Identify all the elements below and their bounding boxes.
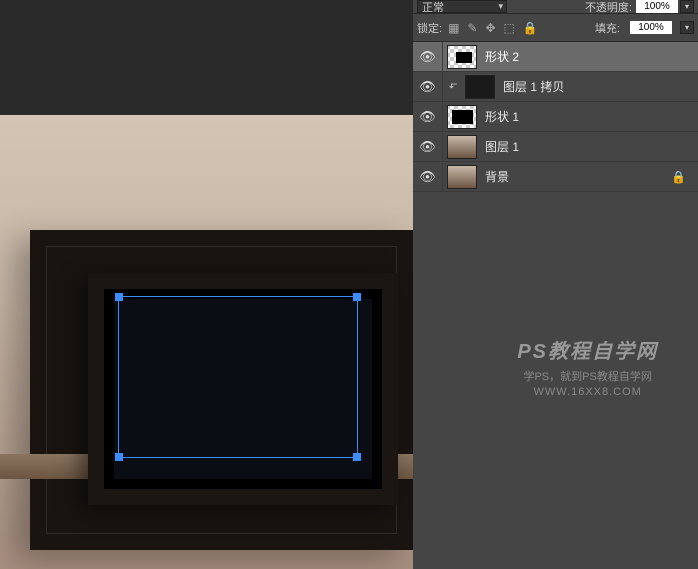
- layer-row[interactable]: 👁 形状 1: [413, 102, 698, 132]
- watermark-title: PS教程自学网: [517, 335, 658, 364]
- eye-icon: 👁: [419, 139, 436, 155]
- layer-name[interactable]: 形状 1: [485, 108, 519, 125]
- fill-label: 填充:: [595, 20, 620, 36]
- layer-thumbnail[interactable]: [447, 45, 477, 69]
- blend-mode-value: 正常: [422, 0, 444, 15]
- lock-position-icon[interactable]: ✥: [485, 21, 495, 35]
- layer-row[interactable]: 👁 ↳ 图层 1 拷贝: [413, 72, 698, 102]
- canvas-empty-top: [0, 0, 413, 115]
- lock-transparent-icon[interactable]: ▦: [448, 21, 459, 35]
- layer-name[interactable]: 图层 1: [485, 138, 519, 155]
- layer-row[interactable]: 👁 背景 🔒: [413, 162, 698, 192]
- layer-thumbnail[interactable]: [447, 165, 477, 189]
- layers-list: 👁 形状 2 👁 ↳ 图层 1 拷贝 👁 形状 1 👁: [413, 42, 698, 192]
- layer-thumbnail[interactable]: [447, 105, 477, 129]
- layer-name[interactable]: 背景: [485, 168, 509, 185]
- canvas-area[interactable]: [0, 0, 413, 569]
- layer-row[interactable]: 👁 形状 2: [413, 42, 698, 72]
- layer-row[interactable]: 👁 图层 1: [413, 132, 698, 162]
- lock-artboard-icon[interactable]: ⬚: [504, 21, 515, 35]
- watermark-subtitle: 学PS，就到PS教程自学网: [517, 368, 658, 384]
- eye-icon: 👁: [419, 169, 436, 185]
- opacity-label: 不透明度:: [585, 0, 632, 15]
- panel-options-row-1: 正常 不透明度: 100% ▾: [413, 0, 698, 14]
- eye-icon: 👁: [419, 109, 436, 125]
- layer-thumbnail[interactable]: [447, 135, 477, 159]
- watermark: PS教程自学网 学PS，就到PS教程自学网 WWW.16XX8.COM: [517, 335, 658, 398]
- visibility-toggle[interactable]: 👁: [413, 72, 443, 101]
- opacity-input[interactable]: 100%: [636, 0, 678, 13]
- visibility-toggle[interactable]: 👁: [413, 162, 443, 191]
- lock-icon: 🔒: [671, 170, 686, 184]
- lock-icons-group: ▦ ✎ ✥ ⬚ 🔒: [448, 21, 538, 35]
- visibility-toggle[interactable]: 👁: [413, 132, 443, 161]
- fill-dropdown[interactable]: ▾: [680, 21, 694, 34]
- lock-pixels-icon[interactable]: ✎: [467, 21, 477, 35]
- clip-mask-icon: ↳: [447, 82, 458, 92]
- opacity-dropdown[interactable]: ▾: [680, 0, 694, 13]
- eye-icon: 👁: [419, 79, 436, 95]
- canvas-image[interactable]: [0, 115, 413, 569]
- panel-options-row-2: 锁定: ▦ ✎ ✥ ⬚ 🔒 填充: 100% ▾: [413, 14, 698, 42]
- eye-icon: 👁: [419, 49, 436, 65]
- layers-panel: 正常 不透明度: 100% ▾ 锁定: ▦ ✎ ✥ ⬚ 🔒 填充: 100% ▾…: [413, 0, 698, 569]
- layer-name[interactable]: 形状 2: [485, 48, 519, 65]
- blend-mode-select[interactable]: 正常: [417, 0, 507, 13]
- lock-label: 锁定:: [417, 20, 442, 36]
- frame-inner-black: [114, 299, 372, 479]
- lock-all-icon[interactable]: 🔒: [523, 21, 538, 35]
- visibility-toggle[interactable]: 👁: [413, 102, 443, 131]
- layer-thumbnail[interactable]: [465, 75, 495, 99]
- layer-name[interactable]: 图层 1 拷贝: [503, 78, 564, 95]
- fill-input[interactable]: 100%: [630, 21, 672, 34]
- picture-frame-inner: [88, 273, 398, 505]
- visibility-toggle[interactable]: 👁: [413, 42, 443, 71]
- watermark-url: WWW.16XX8.COM: [517, 386, 658, 398]
